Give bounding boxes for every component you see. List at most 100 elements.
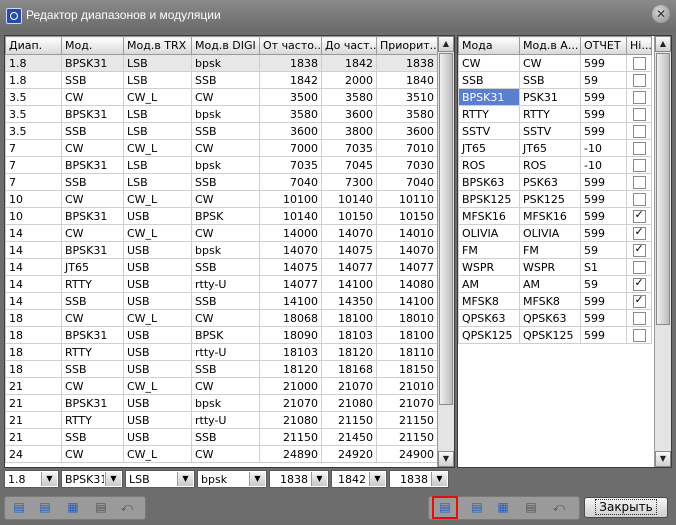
table-row[interactable]: 21 CW CW_L CW 21000 21070 21010 xyxy=(5,377,438,395)
checkbox[interactable] xyxy=(632,209,646,223)
modes-column-header[interactable]: Мода xyxy=(458,36,520,55)
to-freq-combo[interactable]: 1842 ▼ xyxy=(331,470,387,488)
dropdown-arrow-icon[interactable]: ▼ xyxy=(177,472,193,486)
table-row[interactable]: BPSK31 PSK31 599 xyxy=(458,88,652,106)
modes-table-scrollbar[interactable]: ▲ ▼ xyxy=(654,36,671,467)
scroll-up-arrow-icon[interactable]: ▲ xyxy=(655,36,671,52)
modes-column-header[interactable]: Мод.в А... xyxy=(519,36,581,55)
table-row[interactable]: 7 CW CW_L CW 7000 7035 7010 xyxy=(5,139,438,157)
trx-mode-combo[interactable]: LSB ▼ xyxy=(125,470,195,488)
table-row[interactable]: 24 CW CW_L CW 24890 24920 24900 xyxy=(5,445,438,463)
table-row[interactable]: 14 CW CW_L CW 14000 14070 14010 xyxy=(5,224,438,242)
table-row[interactable]: 18 CW CW_L CW 18068 18100 18010 xyxy=(5,309,438,327)
table-row[interactable]: 10 CW CW_L CW 10100 10140 10110 xyxy=(5,190,438,208)
table-row[interactable]: AM AM 59 xyxy=(458,275,652,293)
table-icon[interactable]: ▦ xyxy=(63,499,83,516)
checkbox[interactable] xyxy=(632,56,646,70)
modes-column-header[interactable]: Hi... xyxy=(626,36,652,55)
save-icon[interactable]: ▤ xyxy=(521,499,541,516)
table-row[interactable]: BPSK125 PSK125 599 xyxy=(458,190,652,208)
priority-combo[interactable]: 1838 ▼ xyxy=(389,470,449,488)
checkbox[interactable] xyxy=(632,226,646,240)
table-row[interactable]: QPSK125 QPSK125 599 xyxy=(458,326,652,344)
table-row[interactable]: 3.5 CW CW_L CW 3500 3580 3510 xyxy=(5,88,438,106)
dropdown-arrow-icon[interactable]: ▼ xyxy=(41,472,57,486)
mode-combo[interactable]: BPSK31 ▼ xyxy=(61,470,123,488)
table-row[interactable]: FM FM 59 xyxy=(458,241,652,259)
checkbox[interactable] xyxy=(632,124,646,138)
bands-table-scrollbar[interactable]: ▲ ▼ xyxy=(437,36,454,467)
checkbox[interactable] xyxy=(632,311,646,325)
table-row[interactable]: MFSK8 MFSK8 599 xyxy=(458,292,652,310)
checkbox[interactable] xyxy=(632,243,646,257)
checkbox[interactable] xyxy=(632,73,646,87)
table-row[interactable]: 14 RTTY USB rtty-U 14077 14100 14080 xyxy=(5,275,438,293)
dropdown-arrow-icon[interactable]: ▼ xyxy=(105,472,121,486)
modes-column-header[interactable]: ОТЧЕТ xyxy=(580,36,627,55)
table-row[interactable]: 18 BPSK31 USB BPSK 18090 18103 18100 xyxy=(5,326,438,344)
table-row[interactable]: 14 JT65 USB SSB 14075 14077 14077 xyxy=(5,258,438,276)
bands-column-header[interactable]: Мод. xyxy=(61,36,124,55)
table-row[interactable]: 14 BPSK31 USB bpsk 14070 14075 14070 xyxy=(5,241,438,259)
add-record-icon[interactable]: ▤ xyxy=(432,496,458,519)
table-row[interactable]: BPSK63 PSK63 599 xyxy=(458,173,652,191)
table-row[interactable]: 1.8 BPSK31 LSB bpsk 1838 1842 1838 xyxy=(5,54,438,72)
scroll-up-arrow-icon[interactable]: ▲ xyxy=(438,36,454,52)
checkbox[interactable] xyxy=(632,277,646,291)
remove-record-icon[interactable]: ▤ xyxy=(35,499,55,516)
checkbox[interactable] xyxy=(632,158,646,172)
checkbox[interactable] xyxy=(632,192,646,206)
table-row[interactable]: 7 SSB LSB SSB 7040 7300 7040 xyxy=(5,173,438,191)
add-record-icon[interactable]: ▤ xyxy=(9,499,29,516)
table-row[interactable]: CW CW 599 xyxy=(458,54,652,72)
table-row[interactable]: 3.5 SSB LSB SSB 3600 3800 3600 xyxy=(5,122,438,140)
table-row[interactable]: 21 BPSK31 USB bpsk 21070 21080 21070 xyxy=(5,394,438,412)
scroll-thumb[interactable] xyxy=(439,53,453,405)
table-row[interactable]: 18 RTTY USB rtty-U 18103 18120 18110 xyxy=(5,343,438,361)
table-icon[interactable]: ▦ xyxy=(493,499,513,516)
scroll-down-arrow-icon[interactable]: ▼ xyxy=(655,451,671,467)
table-row[interactable]: SSTV SSTV 599 xyxy=(458,122,652,140)
undo-icon[interactable]: ⤺ xyxy=(549,499,569,516)
from-freq-combo[interactable]: 1838 ▼ xyxy=(269,470,329,488)
bands-column-header[interactable]: Мод.в DIGI xyxy=(191,36,260,55)
checkbox[interactable] xyxy=(632,328,646,342)
checkbox[interactable] xyxy=(632,90,646,104)
checkbox[interactable] xyxy=(632,107,646,121)
close-button[interactable]: Закрыть xyxy=(584,497,668,518)
dropdown-arrow-icon[interactable]: ▼ xyxy=(369,472,385,486)
remove-record-icon[interactable]: ▤ xyxy=(467,499,487,516)
bands-column-header[interactable]: Диап. xyxy=(5,36,62,55)
band-combo[interactable]: 1.8 ▼ xyxy=(4,470,59,488)
table-row[interactable]: OLIVIA OLIVIA 599 xyxy=(458,224,652,242)
dropdown-arrow-icon[interactable]: ▼ xyxy=(311,472,327,486)
table-row[interactable]: WSPR WSPR S1 xyxy=(458,258,652,276)
table-row[interactable]: 7 BPSK31 LSB bpsk 7035 7045 7030 xyxy=(5,156,438,174)
table-row[interactable]: QPSK63 QPSK63 599 xyxy=(458,309,652,327)
table-row[interactable]: ROS ROS -10 xyxy=(458,156,652,174)
checkbox[interactable] xyxy=(632,294,646,308)
checkbox[interactable] xyxy=(632,260,646,274)
table-row[interactable]: 18 SSB USB SSB 18120 18168 18150 xyxy=(5,360,438,378)
table-row[interactable]: 21 SSB USB SSB 21150 21450 21150 xyxy=(5,428,438,446)
bands-column-header[interactable]: От часто... xyxy=(259,36,322,55)
table-row[interactable]: SSB SSB 59 xyxy=(458,71,652,89)
undo-icon[interactable]: ⤺ xyxy=(117,499,137,516)
bands-column-header[interactable]: Мод.в TRX xyxy=(123,36,192,55)
table-row[interactable]: 3.5 BPSK31 LSB bpsk 3580 3600 3580 xyxy=(5,105,438,123)
table-row[interactable]: RTTY RTTY 599 xyxy=(458,105,652,123)
table-row[interactable]: 1.8 SSB LSB SSB 1842 2000 1840 xyxy=(5,71,438,89)
digi-mode-combo[interactable]: bpsk ▼ xyxy=(197,470,267,488)
table-row[interactable]: JT65 JT65 -10 xyxy=(458,139,652,157)
table-row[interactable]: 10 BPSK31 USB BPSK 10140 10150 10150 xyxy=(5,207,438,225)
save-icon[interactable]: ▤ xyxy=(91,499,111,516)
table-row[interactable]: 21 RTTY USB rtty-U 21080 21150 21150 xyxy=(5,411,438,429)
checkbox[interactable] xyxy=(632,175,646,189)
bands-column-header[interactable]: Приорит... xyxy=(376,36,438,55)
checkbox[interactable] xyxy=(632,141,646,155)
scroll-thumb[interactable] xyxy=(656,53,670,325)
dropdown-arrow-icon[interactable]: ▼ xyxy=(431,472,447,486)
bands-column-header[interactable]: До част... xyxy=(321,36,377,55)
window-close-icon[interactable]: ✕ xyxy=(652,5,670,23)
scroll-down-arrow-icon[interactable]: ▼ xyxy=(438,451,454,467)
